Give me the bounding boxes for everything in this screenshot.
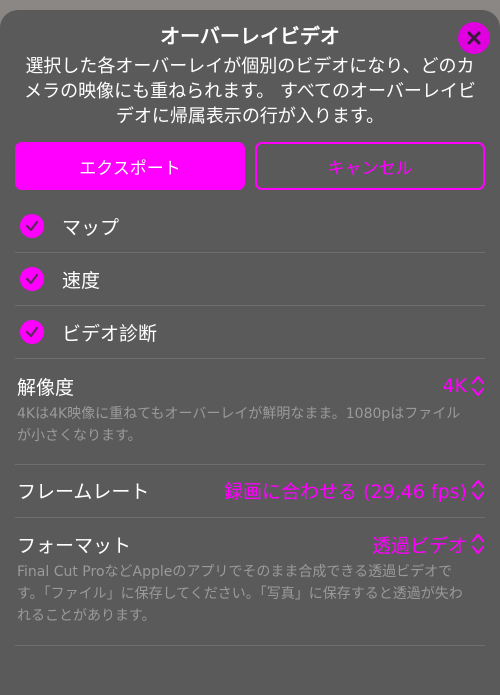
- close-button[interactable]: [458, 22, 490, 54]
- divider: [15, 645, 485, 646]
- overlay-video-sheet: オーバーレイビデオ 選択した各オーバーレイが個別のビデオになり、どのカメラの映像…: [0, 10, 500, 695]
- divider: [15, 464, 485, 465]
- overlay-item-label: ビデオ診断: [62, 322, 158, 345]
- framerate-picker[interactable]: 録画に合わせる (29,46 fps): [224, 477, 485, 504]
- divider: [15, 517, 485, 518]
- format-value: 透過ビデオ: [371, 534, 467, 557]
- export-button[interactable]: エクスポート: [15, 142, 245, 190]
- resolution-label: 解像度: [17, 376, 75, 399]
- chevron-up-down-icon: [472, 376, 484, 396]
- resolution-note: 4Kは4K映像に重ねてもオーバーレイが鮮明なまま。1080pはファイルが小さくな…: [17, 406, 461, 444]
- resolution-setting: 解像度 4K 4Kは4K映像に重ねてもオーバーレイが鮮明なまま。1080pはファ…: [17, 369, 485, 447]
- overlay-item-video-diagnostics[interactable]: ビデオ診断: [15, 306, 485, 359]
- format-note: Final Cut ProなどAppleのアプリでそのまま合成できる透過ビデオで…: [17, 564, 463, 624]
- chevron-up-down-icon: [472, 534, 484, 554]
- format-setting: フォーマット 透過ビデオ Final Cut ProなどAppleのアプリでその…: [17, 527, 485, 627]
- framerate-label: フレームレート: [17, 480, 150, 503]
- cancel-button[interactable]: キャンセル: [255, 142, 485, 190]
- close-icon: [467, 31, 481, 45]
- checkmark-icon: [20, 267, 44, 291]
- overlay-item-speed[interactable]: 速度: [15, 253, 485, 306]
- dialog-title: オーバーレイビデオ: [160, 24, 340, 48]
- framerate-setting: フレームレート 録画に合わせる (29,46 fps): [17, 473, 485, 507]
- dialog-description: 選択した各オーバーレイが個別のビデオになり、どのカメラの映像にも重ねられます。 …: [24, 56, 476, 127]
- format-label: フォーマット: [17, 534, 132, 557]
- resolution-picker[interactable]: 4K: [442, 374, 485, 398]
- checkmark-icon: [20, 320, 44, 344]
- format-picker[interactable]: 透過ビデオ: [372, 531, 485, 558]
- chevron-up-down-icon: [472, 480, 484, 500]
- resolution-value: 4K: [442, 375, 467, 397]
- overlay-item-map[interactable]: マップ: [15, 200, 485, 253]
- overlay-item-label: マップ: [62, 216, 120, 239]
- overlay-item-label: 速度: [62, 269, 101, 292]
- checkmark-icon: [20, 214, 44, 238]
- framerate-value: 録画に合わせる (29,46 fps): [224, 480, 467, 503]
